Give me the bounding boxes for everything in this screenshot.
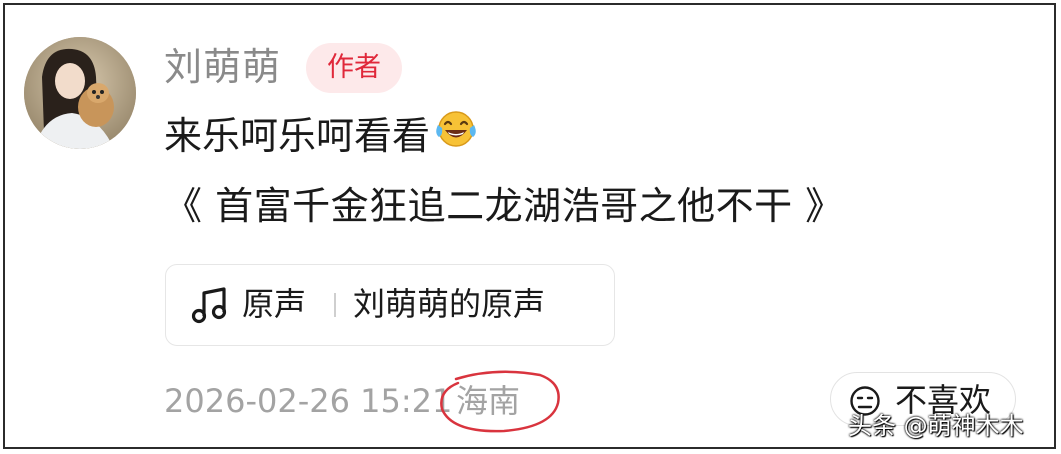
avatar[interactable]	[24, 37, 136, 149]
comment-text: 来乐呵乐呵看看	[164, 114, 431, 158]
laughing-tears-emoji-icon	[434, 109, 478, 162]
comment-text-line2: 《 首富千金狂追二龙湖浩哥之他不干 》	[164, 184, 844, 228]
comment-timestamp: 2026-02-26 15:21	[164, 382, 453, 420]
music-label: 原声	[242, 285, 307, 323]
music-note-icon	[190, 285, 230, 329]
music-card[interactable]: 原声 刘萌萌的原声	[165, 264, 615, 346]
author-badge: 作者	[306, 43, 402, 93]
music-title: 刘萌萌的原声	[353, 285, 546, 323]
annotation-circle	[440, 370, 560, 433]
username[interactable]: 刘萌萌	[164, 42, 281, 92]
comment-text-line1: 来乐呵乐呵看看	[164, 110, 478, 162]
music-divider	[334, 293, 336, 317]
watermark: 头条 @萌神木木	[848, 412, 1024, 440]
avatar-photo	[24, 37, 136, 149]
